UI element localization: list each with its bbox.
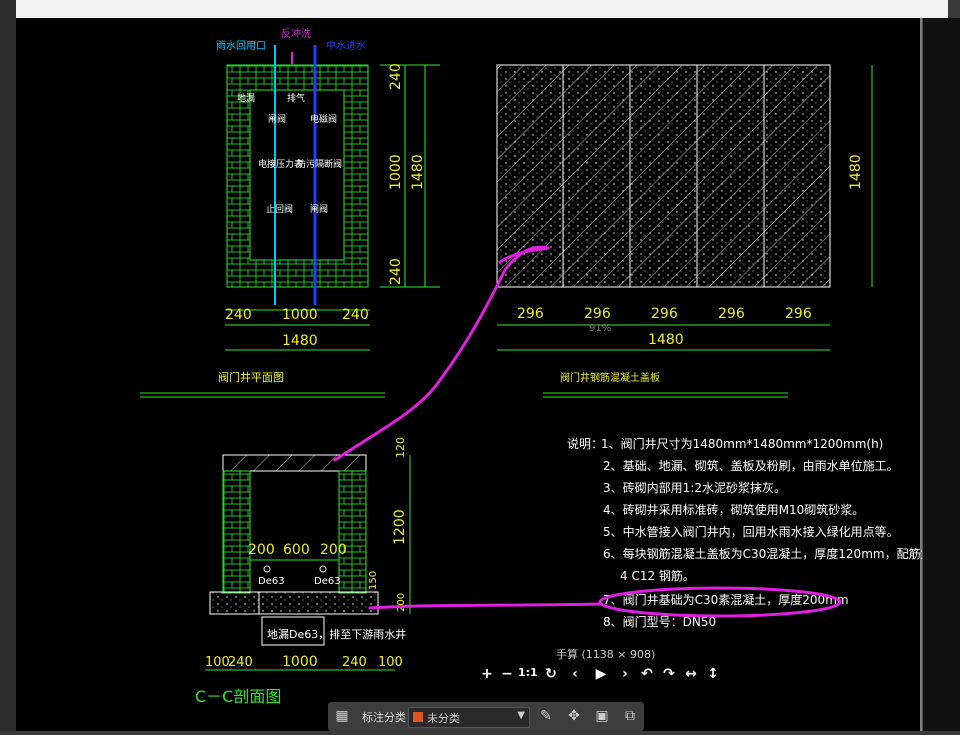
- plan-dim-v-3: 240: [388, 258, 404, 285]
- note-5: 5、中水管接入阀门井内，回用水雨水接入绿化用点等。: [603, 524, 899, 539]
- move-icon[interactable]: ✥: [566, 708, 582, 724]
- label-backflow-preventer: 防污隔断阀: [297, 158, 342, 170]
- section-dim-v-1: 120: [394, 437, 407, 458]
- note-3: 3、砖砌内部用1:2水泥砂浆抹灰。: [603, 480, 786, 495]
- undo-button[interactable]: ↶: [638, 666, 656, 682]
- copy-icon[interactable]: ⧉: [622, 708, 638, 724]
- chevron-down-icon: ▼: [517, 710, 525, 721]
- note-2: 2、基础、地漏、砌筑、盖板及粉刷，由雨水单位施工。: [603, 458, 899, 473]
- section-pipe-dim-2: 600: [283, 542, 310, 558]
- cad-canvas[interactable]: 阀门井平面图 雨水回用口 反冲洗 中水进水 地漏 排气 闸阀 电磁阀 电接压力表…: [16, 18, 933, 731]
- label-vent-valve: 排气: [287, 92, 305, 104]
- note-1: 1、阀门井尺寸为1480mm*1480mm*1200mm(h): [601, 436, 883, 451]
- label-rain-outlet: 雨水回用口: [216, 40, 266, 52]
- zoom-indicator: 91%: [589, 323, 612, 334]
- play-button[interactable]: ▶: [592, 666, 610, 682]
- note-6: 6、每块钢筋混凝土盖板为C30混凝土，厚度120mm，配筋为: [603, 546, 922, 561]
- image-size-label: 手算 (1138 × 908): [556, 648, 656, 661]
- qr-icon[interactable]: ▣: [594, 708, 610, 724]
- flip-vertical-button[interactable]: ↕: [704, 666, 722, 682]
- label-solenoid-valve: 电磁阀: [310, 113, 337, 125]
- actual-size-button[interactable]: 1:1: [518, 666, 538, 679]
- grid-icon[interactable]: ▦: [334, 708, 350, 724]
- label-floor-drain: 地漏: [237, 92, 255, 104]
- plan-dim-v-1: 240: [388, 63, 404, 90]
- plan-dim-v-2: 1000: [388, 154, 404, 190]
- cover-title: 阀门井钢筋混凝土盖板: [560, 371, 660, 384]
- section-dim-b-4: 240: [342, 655, 367, 670]
- notes-heading: 说明：: [567, 436, 603, 451]
- top-bar: [16, 0, 948, 18]
- note-6-cont: 4 C12 钢筋。: [620, 568, 695, 583]
- plan-dim-h-2: 1000: [282, 307, 318, 323]
- section-title: C－C剖面图: [195, 687, 281, 706]
- cover-dim-vertical: 1480: [848, 154, 864, 190]
- cover-dim-total: 1480: [648, 332, 684, 348]
- section-drain-note: 地漏De63，排至下游雨水井: [267, 627, 406, 641]
- section-pipe-dim-1: 200: [248, 542, 275, 558]
- plan-dim-h-3: 240: [342, 307, 369, 323]
- label-check-valve: 止回阀: [266, 203, 293, 215]
- previous-button[interactable]: ‹: [566, 666, 584, 682]
- left-strip: [0, 0, 16, 731]
- cover-view: 296 296 296 296 296 1480 1480 阀门井钢筋混凝土盖板: [496, 64, 873, 398]
- section-dim-v-2: 1200: [392, 509, 408, 545]
- plan-dim-v-4: 1480: [410, 154, 426, 190]
- redo-button[interactable]: ↷: [660, 666, 678, 682]
- label-valve-right: 闸阀: [310, 204, 328, 215]
- flip-horizontal-button[interactable]: ↔: [682, 666, 700, 682]
- title-block-panel: [922, 18, 960, 731]
- cover-dim-4: 296: [718, 306, 745, 322]
- cover-dim-1: 296: [517, 306, 544, 322]
- section-dim-b-3: 1000: [282, 654, 318, 670]
- annotation-category-label: 标注分类: [362, 711, 406, 724]
- section-dim-v-4: 200: [396, 593, 407, 612]
- section-pipe-label-2: De63: [314, 576, 341, 587]
- section-dim-v-3: 150: [368, 571, 379, 590]
- section-dim-b-5: 100: [378, 655, 403, 670]
- section-pipe-label-1: De63: [258, 576, 285, 587]
- plan-view: 阀门井平面图 雨水回用口 反冲洗 中水进水 地漏 排气 闸阀 电磁阀 电接压力表…: [140, 27, 440, 398]
- bottom-toolbar: ▦ 标注分类 未分类 ▼ ✎ ✥ ▣ ⧉: [328, 702, 644, 731]
- zoom-in-button[interactable]: +: [478, 666, 496, 682]
- label-reclaimed-inlet: 中水进水: [326, 39, 366, 52]
- zoom-out-button[interactable]: −: [498, 666, 516, 682]
- category-select-value: 未分类: [427, 712, 460, 725]
- category-select[interactable]: 未分类 ▼: [408, 707, 530, 728]
- rotate-button[interactable]: ↻: [542, 666, 560, 682]
- section-dim-b-1: 100: [205, 655, 230, 670]
- next-button[interactable]: ›: [616, 666, 634, 682]
- cover-dim-5: 296: [785, 306, 812, 322]
- section-dim-b-2: 240: [228, 655, 253, 670]
- label-valve-left: 闸阀: [268, 114, 286, 125]
- plan-dim-h-1: 240: [225, 307, 252, 323]
- category-color-swatch: [413, 712, 423, 722]
- plan-dim-h-4: 1480: [282, 333, 318, 349]
- cover-dim-2: 296: [584, 306, 611, 322]
- notes-block: 说明： 1、阀门井尺寸为1480mm*1480mm*1200mm(h) 2、基础…: [567, 436, 933, 629]
- note-4: 4、砖砌井采用标准砖，砌筑使用M10砌筑砂浆。: [603, 502, 864, 517]
- viewer-controls: + − 1:1 ↻ ‹ ▶ › ↶ ↷ ↔ ↕: [470, 666, 730, 688]
- label-backflush: 反冲洗: [281, 27, 311, 40]
- section-view: 200 600 200 De63 De63 120 1200 150 200 地…: [195, 437, 411, 706]
- edit-icon[interactable]: ✎: [538, 708, 554, 724]
- cover-dim-3: 296: [651, 306, 678, 322]
- plan-title: 阀门井平面图: [218, 370, 284, 384]
- section-pipe-dim-3: 200: [320, 542, 347, 558]
